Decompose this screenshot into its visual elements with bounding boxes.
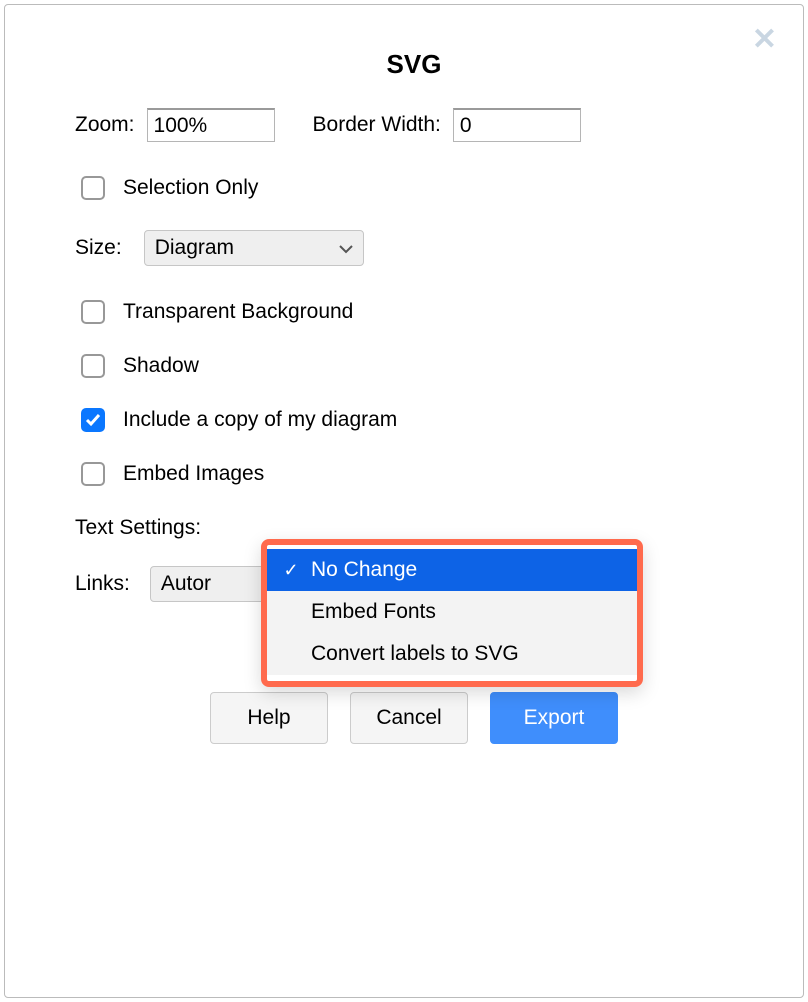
include-copy-row: Include a copy of my diagram [81, 408, 753, 432]
include-copy-label: Include a copy of my diagram [123, 408, 397, 432]
size-select[interactable]: Diagram [144, 230, 364, 266]
links-select-value: Autor [161, 572, 211, 596]
dropdown-option-convert-labels[interactable]: Convert labels to SVG [267, 633, 637, 675]
transparent-bg-label: Transparent Background [123, 300, 353, 324]
selection-only-row: Selection Only [81, 176, 753, 200]
cancel-button[interactable]: Cancel [350, 692, 468, 744]
selection-only-checkbox[interactable] [81, 176, 105, 200]
dialog-title: SVG [75, 49, 753, 80]
text-settings-dropdown[interactable]: ✓ No Change Embed Fonts Convert labels t… [267, 549, 637, 675]
close-icon[interactable]: ✕ [752, 25, 777, 55]
size-label: Size: [75, 236, 122, 260]
size-row: Size: Diagram [75, 230, 753, 266]
size-select-value: Diagram [155, 236, 234, 260]
border-width-label: Border Width: [313, 113, 441, 137]
dropdown-option-no-change[interactable]: ✓ No Change [267, 549, 637, 591]
text-settings-dropdown-highlight: ✓ No Change Embed Fonts Convert labels t… [261, 539, 643, 687]
dropdown-option-label: Embed Fonts [311, 600, 436, 624]
embed-images-label: Embed Images [123, 462, 264, 486]
zoom-border-row: Zoom: Border Width: [75, 108, 753, 142]
export-svg-dialog: ✕ SVG Zoom: Border Width: Selection Only… [4, 4, 804, 998]
transparent-bg-checkbox[interactable] [81, 300, 105, 324]
text-settings-row: Text Settings: [75, 516, 753, 540]
embed-images-row: Embed Images [81, 462, 753, 486]
dropdown-option-label: No Change [311, 558, 417, 582]
check-icon: ✓ [281, 560, 301, 581]
export-button[interactable]: Export [490, 692, 618, 744]
shadow-label: Shadow [123, 354, 199, 378]
shadow-checkbox[interactable] [81, 354, 105, 378]
transparent-bg-row: Transparent Background [81, 300, 753, 324]
dialog-button-row: Help Cancel Export [75, 692, 753, 744]
help-button[interactable]: Help [210, 692, 328, 744]
include-copy-checkbox[interactable] [81, 408, 105, 432]
border-width-input[interactable] [453, 108, 581, 142]
dropdown-option-embed-fonts[interactable]: Embed Fonts [267, 591, 637, 633]
text-settings-label: Text Settings: [75, 516, 201, 540]
zoom-input[interactable] [147, 108, 275, 142]
embed-images-checkbox[interactable] [81, 462, 105, 486]
chevron-down-icon [339, 236, 353, 260]
zoom-label: Zoom: [75, 113, 135, 137]
selection-only-label: Selection Only [123, 176, 258, 200]
shadow-row: Shadow [81, 354, 753, 378]
dropdown-option-label: Convert labels to SVG [311, 642, 519, 666]
links-label: Links: [75, 572, 130, 596]
